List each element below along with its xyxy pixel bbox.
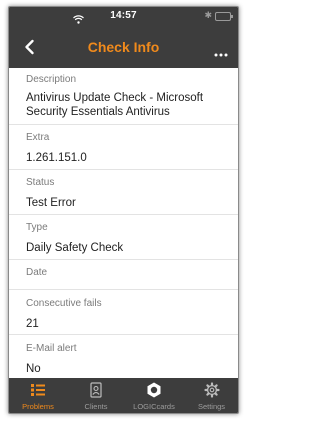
- gear-icon: [203, 382, 220, 398]
- field-value: 21: [26, 318, 39, 330]
- tab-label: LOGICcards: [133, 402, 175, 411]
- field-label: Date: [26, 267, 48, 278]
- logiccards-icon: [146, 382, 162, 398]
- field-row-status: Status Test Error: [9, 170, 238, 215]
- field-row-date: Date: [9, 260, 238, 290]
- field-row-consecutive-fails: Consecutive fails 21: [9, 290, 238, 335]
- more-options-icon[interactable]: [214, 44, 228, 62]
- field-value: Test Error: [26, 197, 76, 209]
- tab-bar: Problems Clients LOGICcards Settings: [9, 378, 238, 413]
- tab-clients[interactable]: Clients: [67, 378, 125, 413]
- field-row-type: Type Daily Safety Check: [9, 215, 238, 260]
- tab-logiccards[interactable]: LOGICcards: [125, 378, 183, 413]
- field-value: Daily Safety Check: [26, 242, 124, 254]
- nav-bar: Check Info: [9, 26, 238, 68]
- contact-icon: [88, 382, 104, 398]
- app-window: 14:57 ✱ Check Info Description Antivirus…: [8, 6, 239, 414]
- tab-label: Clients: [84, 402, 108, 411]
- field-row-extra: Extra 1.261.151.0: [9, 125, 238, 170]
- check-info-list: Description Antivirus Update Check - Mic…: [9, 68, 238, 380]
- tab-problems[interactable]: Problems: [9, 378, 67, 413]
- field-row-email-alert: E-Mail alert No: [9, 335, 238, 380]
- field-label: Status: [26, 177, 55, 188]
- field-label: Consecutive fails: [26, 298, 102, 309]
- bluetooth-icon: ✱: [204, 10, 212, 20]
- field-label: Type: [26, 222, 48, 233]
- field-label: Extra: [26, 132, 50, 143]
- field-value: 1.261.151.0: [26, 152, 87, 164]
- tab-label: Settings: [197, 402, 226, 411]
- field-label: Description: [26, 74, 77, 85]
- field-label: E-Mail alert: [26, 343, 77, 354]
- list-icon: [30, 382, 46, 398]
- status-bar: 14:57 ✱: [9, 7, 238, 26]
- field-row-description: Description Antivirus Update Check - Mic…: [9, 68, 238, 125]
- field-value: No: [26, 363, 41, 375]
- tab-settings[interactable]: Settings: [183, 378, 238, 413]
- page-title: Check Info: [87, 39, 160, 55]
- field-value: Antivirus Update Check - Microsoft Secur…: [26, 92, 204, 118]
- tab-label: Problems: [22, 402, 54, 411]
- battery-icon: [215, 12, 233, 21]
